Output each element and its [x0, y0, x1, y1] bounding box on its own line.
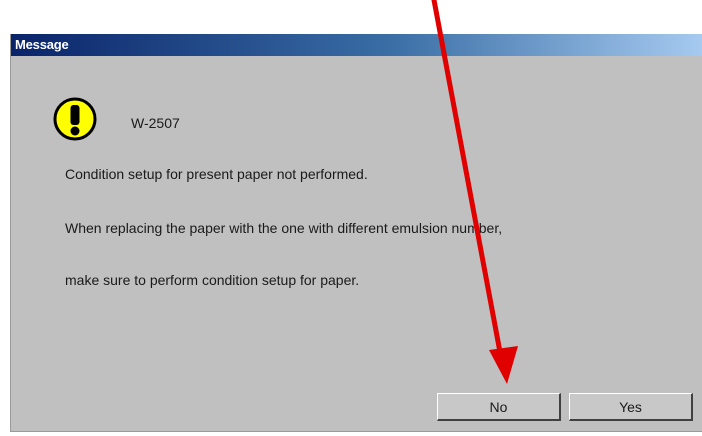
message-line-3: make sure to perform condition setup for… — [65, 272, 360, 288]
message-dialog: Message W-2507 Condition setup for prese… — [10, 34, 702, 432]
message-code: W-2507 — [131, 115, 180, 131]
dialog-title: Message — [15, 37, 69, 52]
no-button[interactable]: No — [437, 393, 561, 421]
dialog-titlebar[interactable]: Message — [11, 34, 702, 56]
warning-exclamation-icon — [53, 97, 97, 141]
message-line-1: Condition setup for present paper not pe… — [65, 166, 368, 182]
message-line-2: When replacing the paper with the one wi… — [65, 220, 503, 236]
yes-button[interactable]: Yes — [569, 393, 693, 421]
